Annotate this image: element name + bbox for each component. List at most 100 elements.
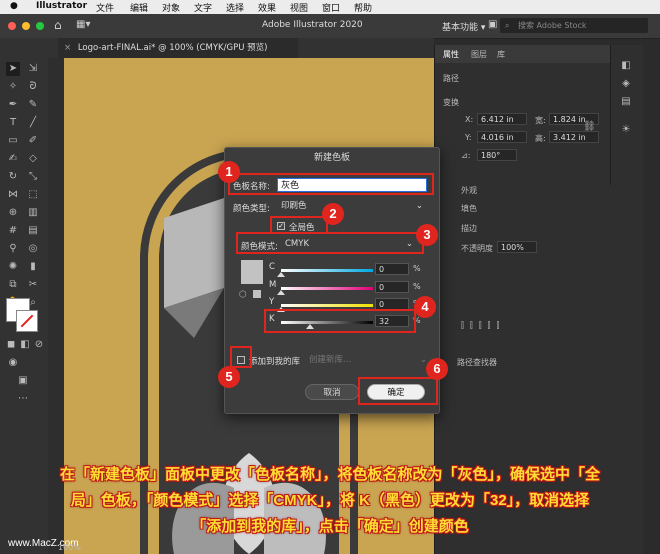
tutorial-caption: 在「新建色板」面板中更改「色板名称」，将色板名称改为「灰色」，确保选中「全 局」… — [0, 462, 660, 540]
magic-wand-icon[interactable]: ✧ — [6, 80, 20, 94]
menu-effect[interactable]: 效果 — [258, 1, 276, 14]
blend-tool-icon[interactable]: ◎ — [26, 242, 40, 256]
none-mode-icon[interactable]: ⊘ — [32, 338, 46, 352]
create-library-select: 创建新库... ⌄ — [309, 353, 429, 367]
color-panel-icon[interactable]: ◧ — [619, 59, 633, 73]
menu-select[interactable]: 选择 — [226, 1, 244, 14]
screen-mode-icon[interactable]: ▣ — [16, 374, 30, 388]
graph-tool-icon[interactable]: ▮ — [26, 260, 40, 274]
chevron-down-icon: ⌄ — [415, 201, 423, 211]
angle-field[interactable]: 180° — [477, 149, 517, 161]
workspace-switcher[interactable]: 基本功能 ▾ — [442, 20, 485, 33]
panel-dock-strip: ◧ ◈ ▤ ☀ — [610, 45, 641, 185]
fill-label: 填色 — [461, 204, 477, 213]
menu-view[interactable]: 视图 — [290, 1, 308, 14]
pathfinder-label: 路径查找器 — [457, 358, 497, 367]
highlight-add-to-library — [230, 346, 252, 368]
stroke-swatch[interactable] — [16, 310, 38, 332]
x-field[interactable]: 6.412 in — [477, 113, 527, 125]
search-placeholder: 搜索 Adobe Stock — [518, 21, 587, 30]
eraser-icon[interactable]: ◇ — [26, 152, 40, 166]
appearance-panel-icon[interactable]: ☀ — [619, 123, 633, 137]
eyedropper-icon[interactable]: ⚲ — [6, 242, 20, 256]
channel-c-slider[interactable] — [281, 269, 373, 272]
selection-tool-icon[interactable]: ➤ — [6, 62, 20, 76]
caption-line-2: 局」色板，「颜色模式」选择「CMYK」，将 K（黑色）更改为「32」，取消选择 — [70, 492, 590, 509]
direct-selection-tool-icon[interactable]: ⇲ — [26, 62, 40, 76]
dialog-title: 新建色板 — [313, 153, 350, 163]
zoom-window-button[interactable] — [36, 22, 44, 30]
line-tool-icon[interactable]: ╱ — [26, 116, 40, 130]
create-library-value: 创建新库... — [309, 355, 352, 365]
menu-edit[interactable]: 编辑 — [130, 1, 148, 14]
free-transform-icon[interactable]: ⬚ — [26, 188, 40, 202]
channel-y-label: Y — [269, 297, 275, 307]
highlight-k-channel — [264, 309, 416, 333]
rotate-tool-icon[interactable]: ↻ — [6, 170, 20, 184]
menu-window[interactable]: 窗口 — [322, 1, 340, 14]
draw-mode-icon[interactable]: ◉ — [6, 356, 20, 370]
channel-c-value[interactable]: 0 — [375, 263, 409, 275]
slice-tool-icon[interactable]: ✂ — [26, 278, 40, 292]
symbol-sprayer-icon[interactable]: ✺ — [6, 260, 20, 274]
artboard-tool-icon[interactable]: ⧉ — [6, 278, 20, 292]
layers-panel-icon[interactable]: ◈ — [619, 77, 633, 91]
lasso-icon[interactable]: ᘐ — [26, 80, 40, 94]
caption-line-3: 「添加到我的库」，点击「确定」创建颜色 — [191, 518, 469, 535]
tab-layers[interactable]: 图层 — [471, 49, 487, 60]
gradient-tool-icon[interactable]: ▤ — [26, 224, 40, 238]
transform-section-label: 变换 — [443, 98, 459, 107]
libraries-panel-icon[interactable]: ▤ — [619, 95, 633, 109]
channel-m-slider[interactable] — [281, 287, 373, 290]
width-tool-icon[interactable]: ⋈ — [6, 188, 20, 202]
color-type-select[interactable]: 印刷色 ⌄ — [281, 199, 425, 213]
x-label: X: — [465, 115, 474, 124]
apple-icon[interactable]: ● — [10, 1, 18, 11]
app-title: Adobe Illustrator 2020 — [262, 20, 363, 30]
close-tab-icon[interactable]: × — [64, 43, 71, 53]
perspective-grid-icon[interactable]: ▥ — [26, 206, 40, 220]
y-label: Y: — [465, 133, 472, 142]
menu-help[interactable]: 帮助 — [354, 1, 372, 14]
path-section-label: 路径 — [443, 74, 459, 83]
channel-y-slider[interactable] — [281, 304, 373, 307]
shape-builder-icon[interactable]: ⊕ — [6, 206, 20, 220]
align-buttons-icon[interactable]: ⫿⫿⫿⫿⫿ — [461, 321, 581, 331]
zoom-level[interactable]: 100% — [58, 543, 81, 552]
menu-type[interactable]: 文字 — [194, 1, 212, 14]
height-field[interactable]: 3.412 in — [549, 131, 599, 143]
document-tab-bar: × Logo-art-FINAL.ai* @ 100% (CMYK/GPU 预览… — [0, 38, 434, 58]
channel-c-thumb[interactable] — [277, 272, 285, 277]
cancel-button[interactable]: 取消 — [305, 384, 359, 400]
scale-tool-icon[interactable]: ⤡ — [26, 170, 40, 184]
opacity-field[interactable]: 100% — [497, 241, 537, 253]
mesh-tool-icon[interactable]: # — [6, 224, 20, 238]
channel-m-value[interactable]: 0 — [375, 281, 409, 293]
y-field[interactable]: 4.016 in — [477, 131, 527, 143]
rectangle-tool-icon[interactable]: ▭ — [6, 134, 20, 148]
mac-menu-bar: ● Illustrator 文件 编辑 对象 文字 选择 效果 视图 窗口 帮助 — [0, 0, 660, 14]
shaper-tool-icon[interactable]: ✍ — [6, 152, 20, 166]
type-tool-icon[interactable]: T — [6, 116, 20, 130]
h-label: 高: — [535, 134, 546, 143]
channel-m-thumb[interactable] — [277, 290, 285, 295]
workspace-icon[interactable]: ▣ — [488, 19, 497, 30]
color-mode-icon[interactable]: ◼ — [4, 338, 18, 352]
tab-libraries[interactable]: 库 — [497, 49, 505, 60]
constrain-proportions-icon[interactable]: ⛓ — [583, 121, 596, 132]
pen-tool-icon[interactable]: ✒ — [6, 98, 20, 112]
curvature-tool-icon[interactable]: ✎ — [26, 98, 40, 112]
menu-object[interactable]: 对象 — [162, 1, 180, 14]
edit-toolbar-icon[interactable]: ⋯ — [16, 392, 30, 406]
menu-file[interactable]: 文件 — [96, 1, 114, 14]
arrange-documents-icon[interactable]: ▦▾ — [76, 19, 90, 30]
gradient-mode-icon[interactable]: ◧ — [18, 338, 32, 352]
app-menu[interactable]: Illustrator — [36, 1, 87, 11]
document-tab[interactable]: × Logo-art-FINAL.ai* @ 100% (CMYK/GPU 预览… — [58, 38, 298, 58]
minimize-window-button[interactable] — [22, 22, 30, 30]
stock-search-input[interactable]: ⌕ 搜索 Adobe Stock — [500, 18, 648, 33]
tab-properties[interactable]: 属性 — [443, 49, 459, 60]
close-window-button[interactable] — [8, 22, 16, 30]
paintbrush-icon[interactable]: ✐ — [26, 134, 40, 148]
home-icon[interactable]: ⌂ — [54, 18, 62, 32]
